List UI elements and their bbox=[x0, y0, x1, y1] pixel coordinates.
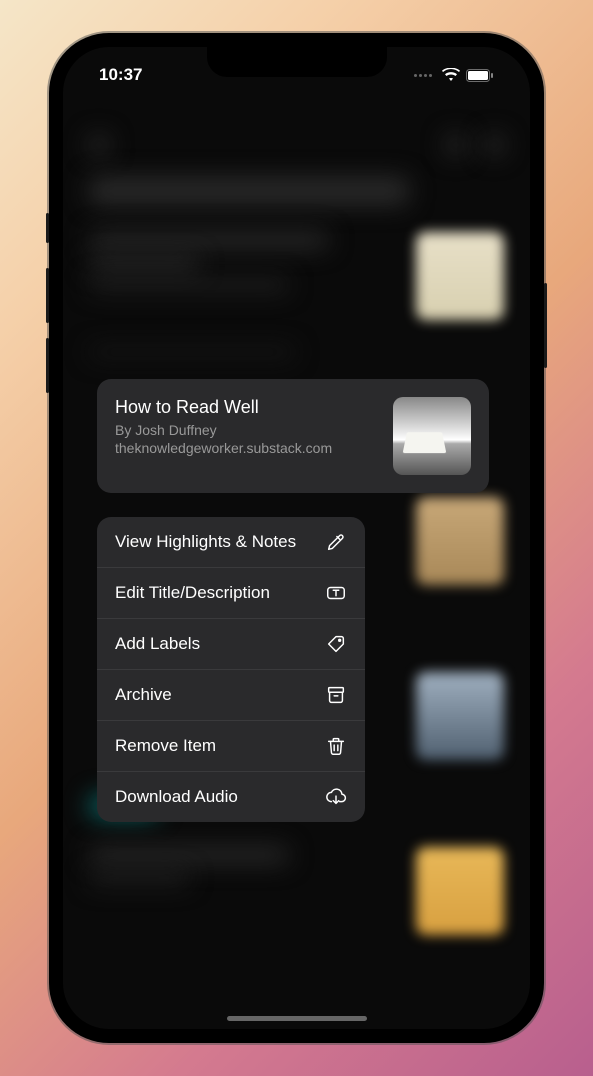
menu-view-highlights[interactable]: View Highlights & Notes bbox=[97, 517, 365, 568]
volume-down-button bbox=[46, 338, 49, 393]
status-time: 10:37 bbox=[99, 65, 142, 85]
phone-frame: 10:37 bbox=[49, 33, 544, 1043]
volume-up-button bbox=[46, 268, 49, 323]
menu-download-audio[interactable]: Download Audio bbox=[97, 772, 365, 822]
pencil-icon bbox=[325, 531, 347, 553]
menu-item-label: Archive bbox=[115, 685, 172, 705]
menu-edit-title[interactable]: Edit Title/Description bbox=[97, 568, 365, 619]
menu-item-label: Remove Item bbox=[115, 736, 216, 756]
preview-thumbnail bbox=[393, 397, 471, 475]
preview-author: By Josh Duffney bbox=[115, 422, 381, 438]
menu-add-labels[interactable]: Add Labels bbox=[97, 619, 365, 670]
menu-item-label: Download Audio bbox=[115, 787, 238, 807]
preview-title: How to Read Well bbox=[115, 397, 381, 418]
menu-item-label: Edit Title/Description bbox=[115, 583, 270, 603]
menu-item-label: Add Labels bbox=[115, 634, 200, 654]
preview-card[interactable]: How to Read Well By Josh Duffney theknow… bbox=[97, 379, 489, 493]
battery-icon bbox=[466, 69, 494, 82]
signal-dots bbox=[414, 74, 432, 77]
notch bbox=[207, 47, 387, 77]
wifi-icon bbox=[442, 68, 460, 82]
side-button bbox=[46, 213, 49, 243]
text-box-icon bbox=[325, 582, 347, 604]
context-menu: View Highlights & Notes Edit Title/Descr… bbox=[97, 517, 365, 822]
home-indicator[interactable] bbox=[227, 1016, 367, 1021]
archive-icon bbox=[325, 684, 347, 706]
phone-screen: 10:37 bbox=[63, 47, 530, 1029]
tag-icon bbox=[325, 633, 347, 655]
power-button bbox=[544, 283, 547, 368]
preview-text: How to Read Well By Josh Duffney theknow… bbox=[115, 397, 381, 475]
menu-archive[interactable]: Archive bbox=[97, 670, 365, 721]
cloud-download-icon bbox=[325, 786, 347, 808]
menu-item-label: View Highlights & Notes bbox=[115, 532, 296, 552]
preview-source: theknowledgeworker.substack.com bbox=[115, 440, 381, 456]
menu-remove-item[interactable]: Remove Item bbox=[97, 721, 365, 772]
trash-icon bbox=[325, 735, 347, 757]
status-right bbox=[414, 68, 494, 82]
context-menu-container: How to Read Well By Josh Duffney theknow… bbox=[97, 379, 489, 822]
